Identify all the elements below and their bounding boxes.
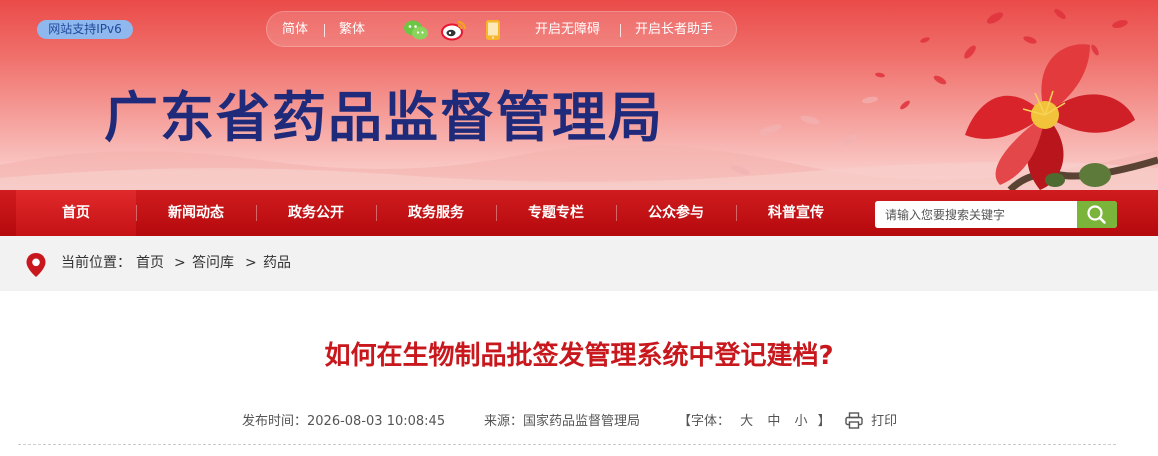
location-pin-icon: [26, 253, 46, 281]
accessibility-link[interactable]: 开启无障碍: [535, 12, 600, 48]
nav-item-special-topics[interactable]: 专题专栏: [496, 190, 616, 236]
print-control[interactable]: 打印: [845, 412, 897, 432]
search-icon: [1087, 205, 1106, 224]
breadcrumb: 当前位置： 首页 > 答问库 > 药品: [0, 236, 1158, 291]
source-label: 来源：: [484, 414, 524, 429]
search-input[interactable]: [875, 201, 1077, 228]
simplified-chinese-link[interactable]: 简体: [282, 12, 308, 48]
nav-item-gov-affairs[interactable]: 政务公开: [256, 190, 376, 236]
breadcrumb-qa-library-link[interactable]: 答问库: [192, 236, 234, 291]
search-box: [875, 201, 1117, 228]
nav-item-news[interactable]: 新闻动态: [136, 190, 256, 236]
mobile-icon[interactable]: [485, 19, 501, 45]
wechat-icon[interactable]: [403, 19, 429, 45]
divider: [620, 24, 621, 37]
breadcrumb-separator: >: [174, 255, 186, 271]
breadcrumb-prefix: 当前位置：: [61, 255, 131, 271]
article: 如何在生物制品批签发管理系统中登记建档? 发布时间：2026-08-03 10:…: [0, 291, 1158, 456]
ipv6-badge: 网站支持IPv6: [37, 20, 133, 39]
divider: [324, 24, 325, 37]
site-title[interactable]: 广东省药品监督管理局: [104, 85, 684, 149]
nav-item-home[interactable]: 首页: [16, 190, 136, 236]
kapok-flower-decoration: [730, 8, 1158, 190]
traditional-chinese-link[interactable]: 繁体: [339, 12, 365, 48]
print-link[interactable]: 打印: [871, 412, 897, 432]
font-size-large[interactable]: 大: [740, 412, 753, 432]
article-title: 如何在生物制品批签发管理系统中登记建档?: [324, 341, 834, 371]
nav-item-gov-services[interactable]: 政务服务: [376, 190, 496, 236]
search-button[interactable]: [1077, 201, 1117, 228]
font-size-close-bracket: 】: [817, 414, 831, 429]
header-banner: 网站支持IPv6 简体 繁体 开启无障碍 开启长者助手 广东省药品监督管理局: [0, 0, 1158, 190]
publish-time: 2026-08-03 10:08:45: [307, 414, 446, 429]
weibo-icon[interactable]: [441, 19, 467, 45]
font-size-small[interactable]: 小: [794, 412, 807, 432]
breadcrumb-separator: >: [245, 255, 257, 271]
nav-item-science[interactable]: 科普宣传: [736, 190, 856, 236]
printer-icon: [845, 412, 863, 436]
font-size-label: 【字体：: [678, 414, 731, 429]
nav-item-public-participation[interactable]: 公众参与: [616, 190, 736, 236]
breadcrumb-drugs-link[interactable]: 药品: [263, 236, 291, 291]
divider: [18, 444, 1116, 445]
breadcrumb-home-link[interactable]: 首页: [136, 236, 164, 291]
font-size-medium[interactable]: 中: [767, 412, 780, 432]
article-source: 来源：国家药品监督管理局: [484, 412, 640, 432]
article-meta: 发布时间：2026-08-03 10:08:45: [242, 412, 445, 432]
source-name: 国家药品监督管理局: [523, 414, 641, 429]
font-size-control: 【字体： 大 中 小 】: [678, 412, 831, 432]
publish-time-label: 发布时间：: [242, 414, 308, 429]
main-nav: 首页 新闻动态 政务公开 政务服务 专题专栏 公众参与 科普宣传: [0, 190, 1158, 236]
top-utility-bar: 简体 繁体 开启无障碍 开启长者助手: [266, 11, 737, 47]
